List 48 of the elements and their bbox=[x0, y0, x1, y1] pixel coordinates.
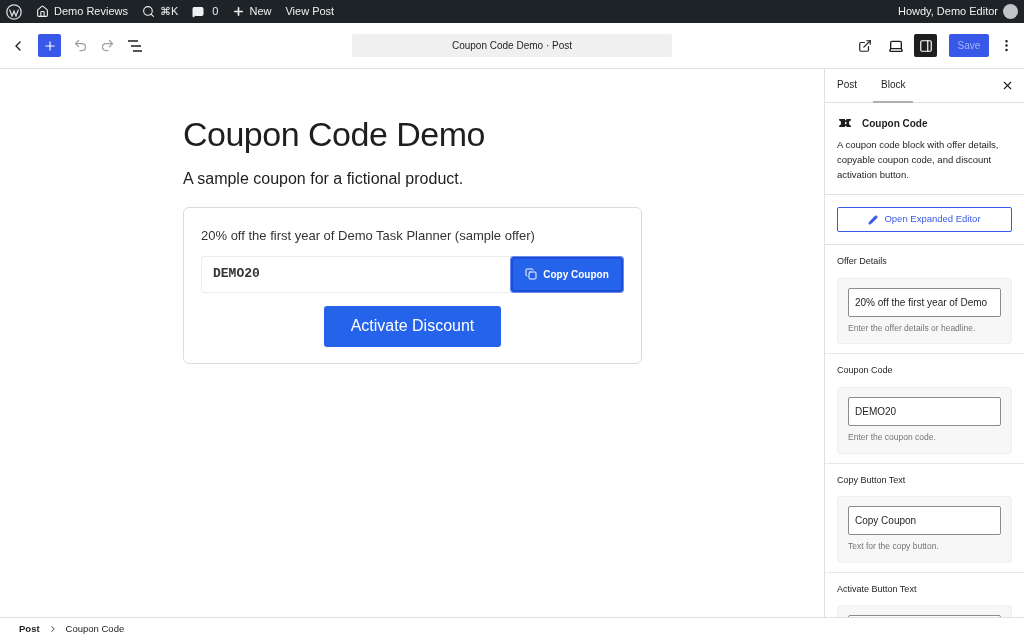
sidebar-tab[interactable]: Post bbox=[829, 69, 865, 103]
sidebar-tab[interactable]: Block bbox=[873, 69, 914, 103]
setting-label: Coupon Code bbox=[837, 364, 894, 378]
help-text: Enter the offer details or headline. bbox=[848, 321, 977, 335]
post-title[interactable]: Coupon Code Demo bbox=[183, 113, 485, 155]
block-description: A coupon code block with offer details, copyable coupon code, and discount activation button. bbox=[837, 138, 1000, 182]
setting-label: Offer Details bbox=[837, 255, 888, 268]
new-link[interactable]: New bbox=[232, 3, 272, 20]
document-title-bar[interactable]: Coupon Code Demo · Post bbox=[352, 34, 672, 57]
setting-label: Activate Button Text bbox=[837, 582, 918, 596]
pencil-icon bbox=[868, 214, 879, 225]
comment-icon bbox=[192, 5, 205, 18]
setting-input[interactable]: Copy Coupon bbox=[848, 506, 1001, 535]
undo-icon[interactable] bbox=[73, 38, 88, 53]
site-link[interactable]: Demo Reviews bbox=[36, 3, 128, 20]
sidebar-icon bbox=[918, 38, 933, 53]
plus-icon bbox=[42, 38, 57, 53]
offer-text: 20% off the first year of Demo Task Planner (sample offer) bbox=[201, 227, 536, 245]
post-subtitle[interactable]: A sample coupon for a fictional product. bbox=[183, 167, 464, 191]
sidebar-toggle-button[interactable] bbox=[914, 34, 937, 57]
block-name: Coupon Code bbox=[862, 116, 928, 131]
close-icon[interactable] bbox=[1001, 79, 1014, 92]
command-link[interactable]: ⌘K bbox=[141, 3, 179, 20]
copy-coupon-button[interactable]: Copy Coupon bbox=[511, 256, 623, 292]
add-block-button[interactable] bbox=[38, 34, 61, 57]
search-icon bbox=[141, 5, 155, 18]
redo-icon[interactable] bbox=[100, 38, 115, 53]
list-view-icon[interactable] bbox=[127, 39, 143, 52]
comments-link[interactable]: 0 bbox=[192, 3, 219, 20]
setting-label: Copy Button Text bbox=[837, 473, 907, 487]
setting-input[interactable]: DEMO20 bbox=[848, 396, 1001, 426]
avatar-icon[interactable] bbox=[1003, 4, 1018, 19]
help-text: Text for the copy button. bbox=[848, 540, 940, 553]
plus-icon bbox=[232, 5, 246, 18]
breadcrumb-link[interactable]: Coupon Code bbox=[65, 621, 125, 637]
wordpress-logo-icon[interactable] bbox=[6, 3, 22, 20]
external-link-icon[interactable] bbox=[858, 38, 872, 53]
open-expanded-editor-button[interactable]: Open Expanded Editor bbox=[837, 207, 1012, 232]
greeting-link[interactable]: Howdy, Demo Editor bbox=[897, 3, 998, 20]
activate-discount-button[interactable]: Activate Discount bbox=[324, 305, 501, 347]
copy-icon bbox=[525, 268, 538, 280]
coupon-card[interactable]: 20% off the first year of Demo Task Planner (sample offer) DEMO20 Copy Coupon Activate Discount bbox=[183, 207, 642, 364]
coupon-code: DEMO20 bbox=[212, 265, 261, 284]
setting-input[interactable]: 20% off the first year of Demo bbox=[848, 287, 1001, 317]
breadcrumb-link[interactable]: Post bbox=[19, 621, 40, 637]
help-text: Enter the coupon code. bbox=[848, 430, 937, 444]
view-post-link[interactable]: View Post bbox=[285, 3, 335, 20]
home-icon bbox=[36, 5, 49, 18]
